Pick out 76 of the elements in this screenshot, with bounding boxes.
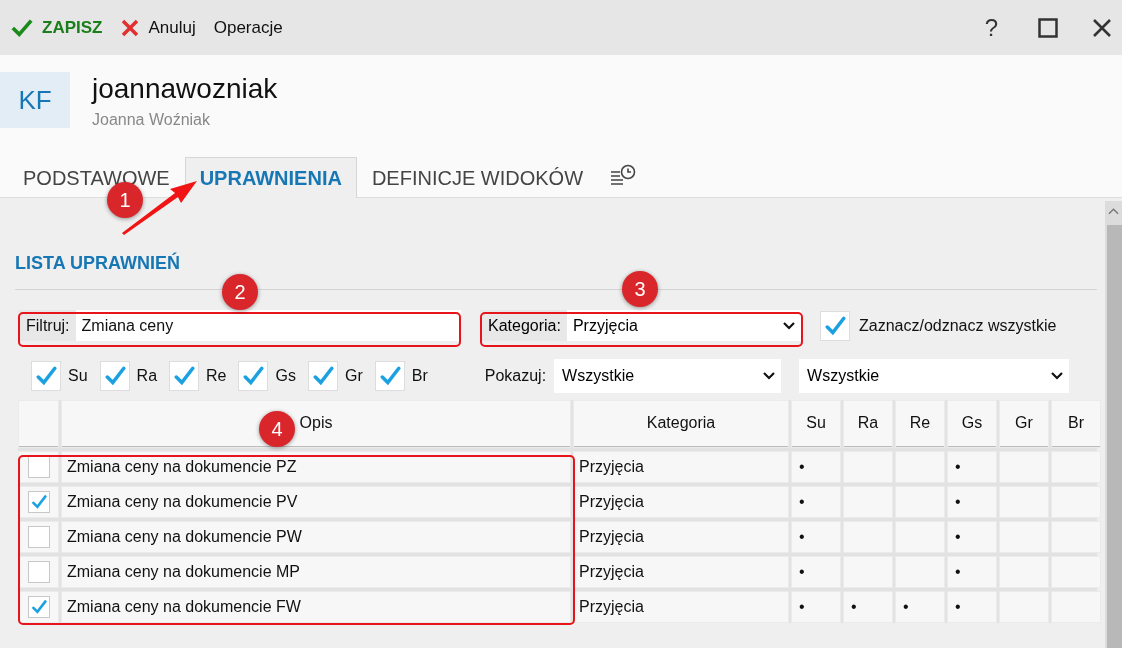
show-dropdown[interactable]: Wszystkie — [554, 359, 782, 393]
table-cell: • — [947, 556, 997, 588]
checkbox[interactable] — [99, 361, 130, 391]
section-title: LISTA UPRAWNIEŃ — [15, 253, 181, 275]
column-header[interactable]: Gs — [947, 400, 997, 448]
checkbox[interactable] — [820, 310, 850, 341]
table-cell: • — [791, 451, 841, 483]
table-cell: Przyjęcia — [573, 591, 789, 623]
tab[interactable]: DEFINICJE WIDOKÓW — [356, 157, 598, 198]
filter-field[interactable]: Filtruj: Zmiana ceny — [18, 310, 461, 341]
chevron-down-icon — [1051, 372, 1064, 380]
table-cell: • — [947, 591, 997, 623]
tab[interactable]: UPRAWNIENIA — [184, 157, 357, 198]
checkbox-label: Su — [68, 367, 88, 385]
table-cell: • — [947, 486, 997, 518]
show-label: Pokazuj: — [484, 367, 547, 385]
table-cell: Przyjęcia — [573, 451, 789, 483]
table-cell: • — [791, 556, 841, 588]
checkbox[interactable] — [27, 491, 50, 513]
table-cell: • — [843, 591, 893, 623]
table-cell: • — [895, 591, 945, 623]
checkbox[interactable] — [374, 361, 405, 391]
checkbox[interactable] — [27, 596, 50, 618]
maximize-icon[interactable] — [1038, 17, 1058, 38]
column-header — [18, 400, 59, 448]
checkbox[interactable] — [169, 361, 200, 391]
checkbox[interactable] — [27, 456, 50, 478]
checkbox[interactable] — [238, 361, 269, 391]
step-badge: 3 — [622, 271, 658, 307]
column-header[interactable]: Su — [791, 400, 841, 448]
table-cell: • — [947, 451, 997, 483]
checkbox-label: Gr — [344, 367, 363, 385]
category-dropdown[interactable]: Kategoria: Przyjęcia — [480, 310, 801, 341]
show-dropdown[interactable]: Wszystkie — [799, 359, 1070, 393]
scrollbar-thumb[interactable] — [1107, 225, 1122, 648]
cancel-button[interactable]: Anuluj — [120, 17, 196, 38]
checkbox[interactable] — [27, 526, 50, 548]
checkbox-label: Zaznacz/odznacz wszystkie — [859, 316, 1057, 335]
column-header[interactable]: Ra — [843, 400, 893, 448]
chevron-down-icon — [763, 372, 776, 380]
checkbox-label: Br — [411, 367, 428, 385]
table-cell: Zmiana ceny na dokumencie FW — [61, 591, 571, 623]
table-cell: Przyjęcia — [573, 556, 789, 588]
history-icon[interactable] — [610, 164, 636, 188]
table-cell: • — [947, 521, 997, 553]
table-cell: Zmiana ceny na dokumencie MP — [61, 556, 571, 588]
column-header[interactable]: Kategoria — [573, 400, 789, 448]
save-button[interactable]: ZAPISZ — [10, 16, 103, 39]
checkbox-label: Gs — [275, 367, 296, 385]
scroll-up-icon[interactable] — [1108, 207, 1119, 215]
user-full-name: Joanna Woźniak — [92, 111, 211, 129]
table-cell: Przyjęcia — [573, 521, 789, 553]
checkbox[interactable] — [27, 561, 50, 583]
operations-menu[interactable]: Operacje — [213, 17, 283, 38]
table-cell: • — [791, 486, 841, 518]
close-icon[interactable] — [1092, 17, 1112, 38]
checkbox[interactable] — [307, 361, 338, 391]
table-cell: • — [791, 521, 841, 553]
table-cell: • — [791, 591, 841, 623]
column-header[interactable]: Br — [1051, 400, 1101, 448]
column-header[interactable]: Re — [895, 400, 945, 448]
help-button[interactable]: ? — [978, 13, 1004, 42]
checkbox[interactable] — [31, 361, 61, 391]
scrollbar[interactable] — [1105, 201, 1122, 648]
table-cell: Zmiana ceny na dokumencie PW — [61, 521, 571, 553]
column-header[interactable]: Gr — [999, 400, 1049, 448]
chevron-down-icon — [783, 321, 795, 330]
user-login: joannawozniak — [92, 73, 278, 105]
avatar-initials: KF — [0, 72, 70, 128]
table-cell: Zmiana ceny na dokumencie PZ — [61, 451, 571, 483]
checkbox-label: Ra — [136, 367, 158, 385]
step-badge: 2 — [222, 274, 258, 310]
cross-icon — [120, 17, 141, 38]
checkbox-label: Re — [206, 367, 227, 385]
table-cell: Przyjęcia — [573, 486, 789, 518]
table-cell: Zmiana ceny na dokumencie PV — [61, 486, 571, 518]
